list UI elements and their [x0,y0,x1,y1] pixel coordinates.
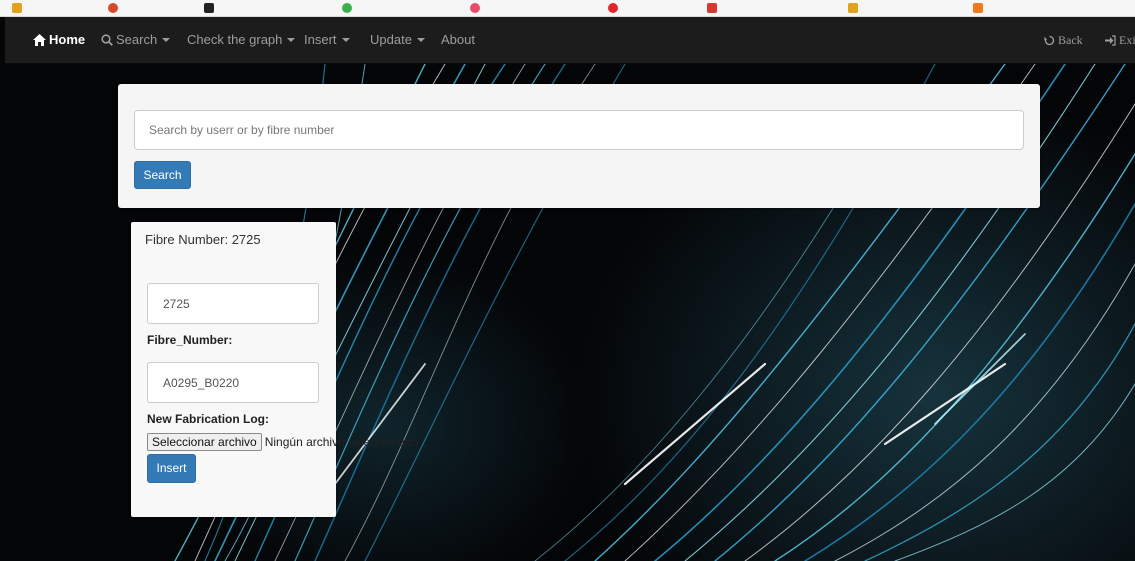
search-panel: Search [118,84,1040,208]
choose-file-button[interactable]: Seleccionar archivo [147,433,262,451]
search-icon [101,34,113,46]
nav-update-label: Update [370,32,412,47]
nav-about-label: About [441,32,475,47]
nav-home[interactable]: Home [33,17,85,63]
nav-about[interactable]: About [441,17,475,63]
bookmarks-bar [0,0,1135,17]
chevron-down-icon [341,38,350,42]
nav-search[interactable]: Search [101,17,171,63]
fibre-panel: Fibre Number: 2725 Fibre_Number: New Fab… [131,222,418,517]
bookmark-icon[interactable] [108,3,118,13]
chevron-down-icon [287,38,296,42]
bookmark-icon[interactable] [12,3,22,13]
file-picker: Seleccionar archivo Ningún archivo selecc… [147,433,418,451]
bookmark-icon[interactable] [973,3,983,13]
bookmark-icon[interactable] [470,3,480,13]
nav-check-graph-label: Check the graph [187,32,283,47]
file-status: Ningún archivo seleccionado [264,435,419,449]
back-icon [1044,35,1055,46]
bookmark-icon[interactable] [848,3,858,13]
top-navbar: Home Search Check the graph Insert Updat… [5,17,1135,64]
bookmark-icon[interactable] [608,3,618,13]
bookmark-icon[interactable] [707,3,717,13]
nav-exit-label: Exit [1119,33,1135,47]
fibre-number-label: Fibre_Number: [147,333,233,347]
nav-update[interactable]: Update [370,17,425,63]
fibre-id-field[interactable] [147,283,319,324]
bookmark-icon[interactable] [342,3,352,13]
chevron-down-icon [416,38,425,42]
bookmark-icon[interactable] [204,3,214,13]
chevron-down-icon [162,38,171,42]
nav-insert-label: Insert [304,32,337,47]
home-icon [33,34,46,46]
panel-title: Fibre Number: 2725 [145,232,261,247]
nav-back[interactable]: Back [1044,17,1083,63]
nav-check-graph[interactable]: Check the graph [187,17,296,63]
search-button[interactable]: Search [134,161,191,189]
exit-icon [1105,35,1116,46]
nav-insert[interactable]: Insert [304,17,350,63]
fabrication-log-label: New Fabrication Log: [147,412,270,426]
search-input[interactable] [134,110,1024,150]
nav-home-label: Home [49,32,86,47]
nav-back-label: Back [1058,33,1083,47]
fibre-number-field[interactable] [147,362,319,403]
nav-exit[interactable]: Exit [1105,17,1135,63]
insert-button[interactable]: Insert [147,454,196,483]
nav-search-label: Search [116,32,158,47]
